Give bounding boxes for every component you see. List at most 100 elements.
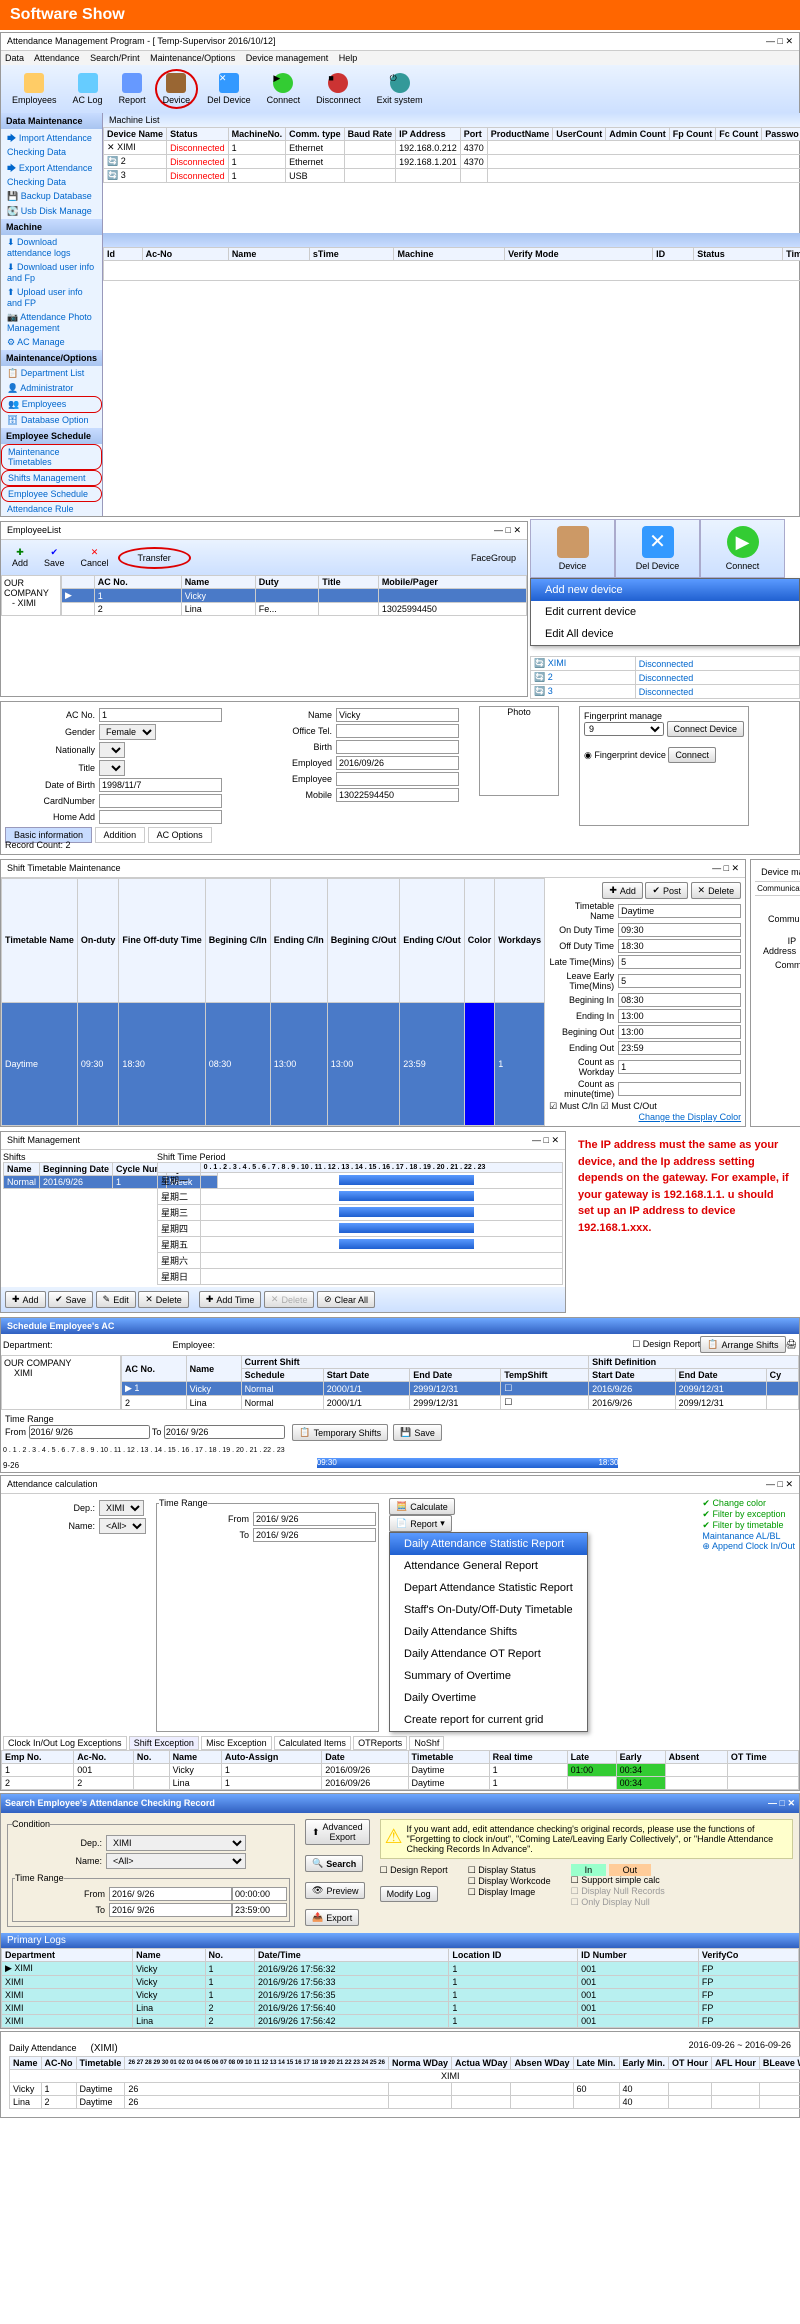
sm-clearall[interactable]: ⊘ Clear All bbox=[317, 1291, 375, 1308]
change-color-link[interactable]: Change the Display Color bbox=[549, 1112, 741, 1122]
employed-field[interactable] bbox=[336, 756, 459, 770]
col-pw[interactable]: Passwo bbox=[762, 128, 800, 141]
stt-del[interactable]: ✕ Delete bbox=[691, 882, 742, 899]
ds-chk[interactable]: ☐ Display Status bbox=[468, 1865, 536, 1875]
stt-post[interactable]: ✔ Post bbox=[645, 882, 688, 899]
rm-ot[interactable]: Daily Attendance OT Report bbox=[390, 1643, 587, 1665]
lp-dl-logs[interactable]: ⬇ Download attendance logs bbox=[1, 235, 102, 260]
c2-id2[interactable]: ID bbox=[653, 248, 694, 261]
tree-company[interactable]: OUR COMPANY bbox=[4, 1358, 118, 1368]
lp-admin[interactable]: 👤 Administrator bbox=[1, 381, 102, 396]
preview-btn[interactable]: 👁 Preview bbox=[305, 1882, 365, 1899]
col-port[interactable]: Port bbox=[460, 128, 487, 141]
sm-del[interactable]: ✕ Delete bbox=[138, 1291, 189, 1308]
table-row[interactable]: ▶ 1VickyNormal2000/1/12999/12/31☐2016/9/… bbox=[122, 1382, 799, 1396]
col-ip[interactable]: IP Address bbox=[396, 128, 461, 141]
lp-ul-user[interactable]: ⬆ Upload user info and FP bbox=[1, 285, 102, 310]
design-chk[interactable]: ☐ Design Report bbox=[632, 1339, 700, 1350]
tab-ot[interactable]: OTReports bbox=[353, 1736, 407, 1750]
name-field[interactable] bbox=[336, 708, 459, 722]
close-icon[interactable]: — □ ✕ bbox=[712, 863, 739, 874]
lp-backup[interactable]: 💾 Backup Database bbox=[1, 189, 102, 204]
modify-btn[interactable]: Modify Log bbox=[380, 1886, 438, 1902]
tt-on[interactable] bbox=[618, 923, 741, 937]
col-fp[interactable]: Fp Count bbox=[669, 128, 716, 141]
mustcout-chk[interactable]: ☑ Must C/Out bbox=[601, 1101, 657, 1111]
emp-field[interactable] bbox=[336, 772, 459, 786]
mobile-field[interactable] bbox=[336, 788, 459, 802]
big-connect[interactable]: ▶Connect bbox=[700, 519, 785, 578]
lp-timetables[interactable]: Maintenance Timetables bbox=[1, 444, 102, 470]
link-filter-tt[interactable]: ✔ Filter by timetable bbox=[702, 1520, 795, 1531]
card-field[interactable] bbox=[99, 794, 222, 808]
s-dep[interactable]: XIMI bbox=[106, 1835, 246, 1851]
link-append[interactable]: ⊕ Append Clock In/Out bbox=[702, 1541, 795, 1552]
close-icon[interactable]: — □ ✕ bbox=[532, 1135, 559, 1146]
col-fc[interactable]: Fc Count bbox=[716, 128, 762, 141]
calc-dep[interactable]: XIMI bbox=[99, 1500, 144, 1516]
c2-acno[interactable]: Ac-No bbox=[142, 248, 228, 261]
tb-aclog[interactable]: AC Log bbox=[66, 70, 110, 108]
rm-daily[interactable]: Daily Attendance Statistic Report bbox=[390, 1533, 587, 1555]
ac-no-field[interactable] bbox=[99, 708, 222, 722]
c2-id[interactable]: Id bbox=[104, 248, 143, 261]
connect-device-btn[interactable]: Connect Device bbox=[667, 721, 745, 737]
col-uc[interactable]: UserCount bbox=[553, 128, 606, 141]
c2-mach[interactable]: Machine bbox=[394, 248, 505, 261]
col-mno[interactable]: MachineNo. bbox=[228, 128, 286, 141]
col-baud[interactable]: Baud Rate bbox=[344, 128, 396, 141]
tb-exit[interactable]: ⏻Exit system bbox=[370, 70, 430, 108]
tb-cancel[interactable]: ✕Cancel bbox=[74, 544, 116, 571]
arrange-btn[interactable]: 📋 Arrange Shifts bbox=[700, 1336, 785, 1353]
tt-bout[interactable] bbox=[618, 1025, 741, 1039]
dm-edit[interactable]: Edit current device bbox=[531, 601, 799, 623]
tb-add[interactable]: ✚Add bbox=[5, 544, 35, 571]
table-row[interactable]: 🔄 2Disconnected bbox=[531, 671, 800, 685]
lp-employees[interactable]: 👥 Employees bbox=[1, 396, 102, 413]
nation-select[interactable] bbox=[99, 742, 125, 758]
save-btn[interactable]: 💾 Save bbox=[393, 1424, 442, 1441]
gender-select[interactable]: Female bbox=[99, 724, 156, 740]
sc-from[interactable] bbox=[29, 1425, 150, 1439]
report-btn[interactable]: 📄 Report ▾ bbox=[389, 1515, 452, 1532]
lp-photo[interactable]: 📷 Attendance Photo Management bbox=[1, 310, 102, 335]
tree-sub[interactable]: XIMI bbox=[4, 1368, 118, 1378]
title-select[interactable] bbox=[99, 760, 125, 776]
tb-facegroup[interactable]: FaceGroup bbox=[464, 550, 523, 566]
menu-maintenance[interactable]: Maintenance/Options bbox=[150, 53, 235, 63]
sm-addtime[interactable]: ✚ Add Time bbox=[199, 1291, 262, 1308]
lp-export[interactable]: 🡆 Export Attendance Checking Data bbox=[1, 159, 102, 189]
otel-field[interactable] bbox=[336, 724, 459, 738]
tb-transfer[interactable]: Transfer bbox=[118, 547, 191, 569]
big-deldevice[interactable]: ✕Del Device bbox=[615, 519, 700, 578]
table-row[interactable]: 🔄 3Disconnected bbox=[531, 685, 800, 699]
big-device[interactable]: Device bbox=[530, 519, 615, 578]
tb-employees[interactable]: Employees bbox=[5, 70, 64, 108]
c2-name[interactable]: Name bbox=[228, 248, 309, 261]
connect-btn[interactable]: Connect bbox=[668, 747, 716, 763]
menu-help[interactable]: Help bbox=[339, 53, 358, 63]
rm-dept[interactable]: Depart Attendance Statistic Report bbox=[390, 1577, 587, 1599]
splitter[interactable] bbox=[103, 233, 800, 247]
menu-search[interactable]: Search/Print bbox=[90, 53, 140, 63]
tab-acopt[interactable]: AC Options bbox=[148, 827, 212, 843]
tt-caw[interactable] bbox=[618, 1060, 741, 1074]
di-chk[interactable]: ☐ Display Image bbox=[468, 1887, 536, 1897]
tt-late[interactable] bbox=[618, 955, 741, 969]
dept-node[interactable]: OUR COMPANY bbox=[4, 578, 58, 598]
s-to-t[interactable] bbox=[232, 1903, 287, 1917]
stt-add[interactable]: ✚ Add bbox=[602, 882, 643, 899]
table-row[interactable]: XIMIVicky12016/9/26 17:56:351001FP bbox=[2, 1989, 799, 2002]
s-to[interactable] bbox=[109, 1903, 232, 1917]
table-row[interactable]: XIMIVicky12016/9/26 17:56:331001FP bbox=[2, 1976, 799, 1989]
rm-shifts[interactable]: Daily Attendance Shifts bbox=[390, 1621, 587, 1643]
table-row[interactable]: ▶ XIMIVicky12016/9/26 17:56:321001FP bbox=[2, 1962, 799, 1976]
link-filter-ex[interactable]: ✔ Filter by exception bbox=[702, 1509, 795, 1520]
birth-field[interactable] bbox=[336, 740, 459, 754]
calc-to[interactable] bbox=[253, 1528, 376, 1542]
tab-cio[interactable]: Clock In/Out Log Exceptions bbox=[3, 1736, 127, 1750]
menu-attendance[interactable]: Attendance bbox=[34, 53, 80, 63]
lp-acmanage[interactable]: ⚙ AC Manage bbox=[1, 335, 102, 350]
fpdev-radio[interactable]: ◉ Fingerprint device bbox=[584, 750, 666, 760]
lp-empsched[interactable]: Employee Schedule bbox=[1, 486, 102, 502]
